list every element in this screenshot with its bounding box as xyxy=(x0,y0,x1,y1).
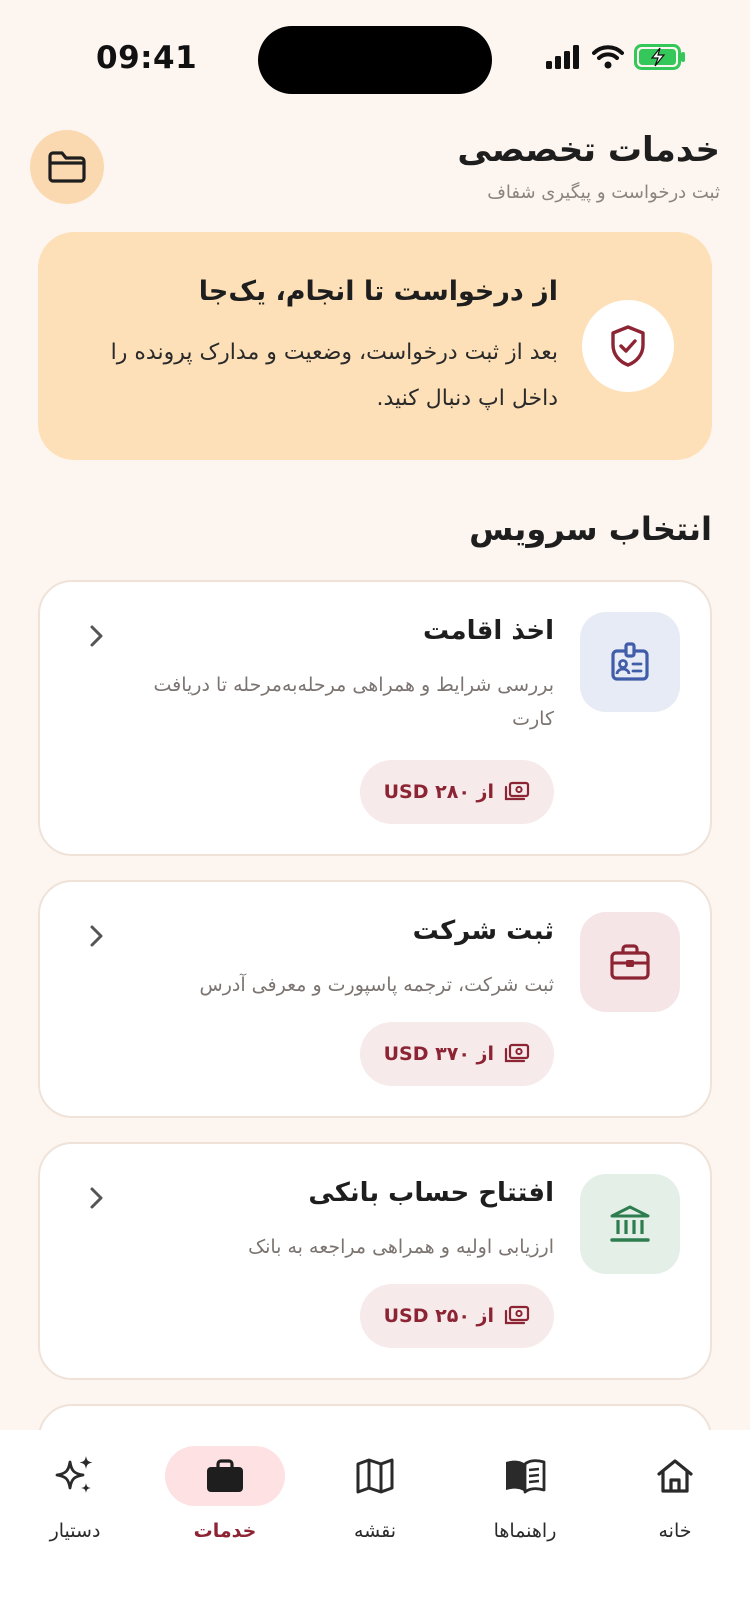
banner-icon-circle xyxy=(582,300,674,392)
status-bar: 09:41 xyxy=(0,0,750,120)
folder-icon xyxy=(48,151,86,183)
card-icon-box xyxy=(580,1174,680,1274)
nav-icon-wrap xyxy=(615,1446,735,1506)
price-text: از ۳۷۰ USD xyxy=(383,1043,494,1065)
status-icons xyxy=(546,44,686,70)
screen: 09:41 خدمات تخصصی ثبت درخواست و پیگیری ش… xyxy=(0,0,750,1624)
dynamic-island xyxy=(258,26,492,94)
nav-item-map[interactable]: نقشه xyxy=(300,1446,450,1566)
nav-item-guides[interactable]: راهنماها xyxy=(450,1446,600,1566)
signal-icon xyxy=(546,45,579,69)
header: خدمات تخصصی ثبت درخواست و پیگیری شفاف xyxy=(0,130,750,210)
page-subtitle: ثبت درخواست و پیگیری شفاف xyxy=(487,182,720,203)
card-title: افتتاح حساب بانکی xyxy=(308,1178,554,1208)
section-title: انتخاب سرویس xyxy=(469,510,712,548)
card-description: ارزیابی اولیه و همراهی مراجعه به بانک xyxy=(248,1236,554,1258)
nav-icon-wrap xyxy=(465,1446,585,1506)
bank-icon xyxy=(610,1205,650,1242)
sparkles-icon xyxy=(55,1456,93,1493)
nav-item-home[interactable]: خانه xyxy=(600,1446,750,1566)
price-text: از ۲۸۰ USD xyxy=(383,781,494,803)
price-badge: از ۲۸۰ USD xyxy=(359,760,554,824)
battery-icon xyxy=(634,44,685,70)
service-card-residence[interactable]: اخذ اقامت بررسی شرایط و همراهی مرحله‌به‌… xyxy=(38,580,712,856)
info-banner: از درخواست تا انجام، یک‌جا بعد از ثبت در… xyxy=(38,232,712,460)
price-badge: از ۳۷۰ USD xyxy=(359,1022,554,1086)
banner-title: از درخواست تا انجام، یک‌جا xyxy=(198,276,558,307)
money-icon xyxy=(504,1305,530,1325)
id-badge-icon xyxy=(611,642,649,681)
card-description: ثبت شرکت، ترجمه پاسپورت و معرفی آدرس xyxy=(199,974,554,996)
banner-text: بعد از ثبت درخواست، وضعیت و مدارک پرونده… xyxy=(110,340,558,411)
nav-label: خدمات xyxy=(193,1520,257,1542)
briefcase-icon xyxy=(610,944,650,980)
home-icon xyxy=(657,1459,693,1493)
status-time: 09:41 xyxy=(96,40,198,76)
chevron-right-icon[interactable] xyxy=(84,624,108,648)
service-card-bank-account[interactable]: افتتاح حساب بانکی ارزیابی اولیه و همراهی… xyxy=(38,1142,712,1380)
card-title: اخذ اقامت xyxy=(422,616,554,646)
bottom-nav: دستیار خدمات نقشه راهنماها خانه xyxy=(0,1430,750,1624)
nav-label: خانه xyxy=(658,1520,692,1542)
money-icon xyxy=(504,781,530,801)
card-icon-box xyxy=(580,612,680,712)
nav-icon-wrap xyxy=(315,1446,435,1506)
chevron-right-icon[interactable] xyxy=(84,924,108,948)
money-icon xyxy=(504,1043,530,1063)
map-icon xyxy=(356,1458,394,1494)
briefcase-icon xyxy=(207,1459,243,1492)
price-badge: از ۲۵۰ USD xyxy=(359,1284,554,1348)
chevron-right-icon[interactable] xyxy=(84,1186,108,1210)
price-text: از ۲۵۰ USD xyxy=(383,1305,494,1327)
nav-label: راهنماها xyxy=(493,1520,557,1542)
nav-label: دستیار xyxy=(49,1520,101,1542)
nav-icon-wrap xyxy=(165,1446,285,1506)
card-description: بررسی شرایط و همراهی مرحله‌به‌مرحله تا د… xyxy=(153,674,554,730)
page-title: خدمات تخصصی xyxy=(457,130,720,170)
card-title: ثبت شرکت xyxy=(412,916,554,946)
shield-check-icon xyxy=(611,325,645,367)
open-book-icon xyxy=(506,1459,546,1494)
nav-item-assistant[interactable]: دستیار xyxy=(0,1446,150,1566)
my-files-button[interactable] xyxy=(30,130,104,204)
nav-item-services[interactable]: خدمات xyxy=(150,1446,300,1566)
wifi-icon xyxy=(592,45,624,69)
nav-icon-wrap xyxy=(15,1446,135,1506)
card-icon-box xyxy=(580,912,680,1012)
nav-label: نقشه xyxy=(353,1520,397,1542)
service-card-company[interactable]: ثبت شرکت ثبت شرکت، ترجمه پاسپورت و معرفی… xyxy=(38,880,712,1118)
